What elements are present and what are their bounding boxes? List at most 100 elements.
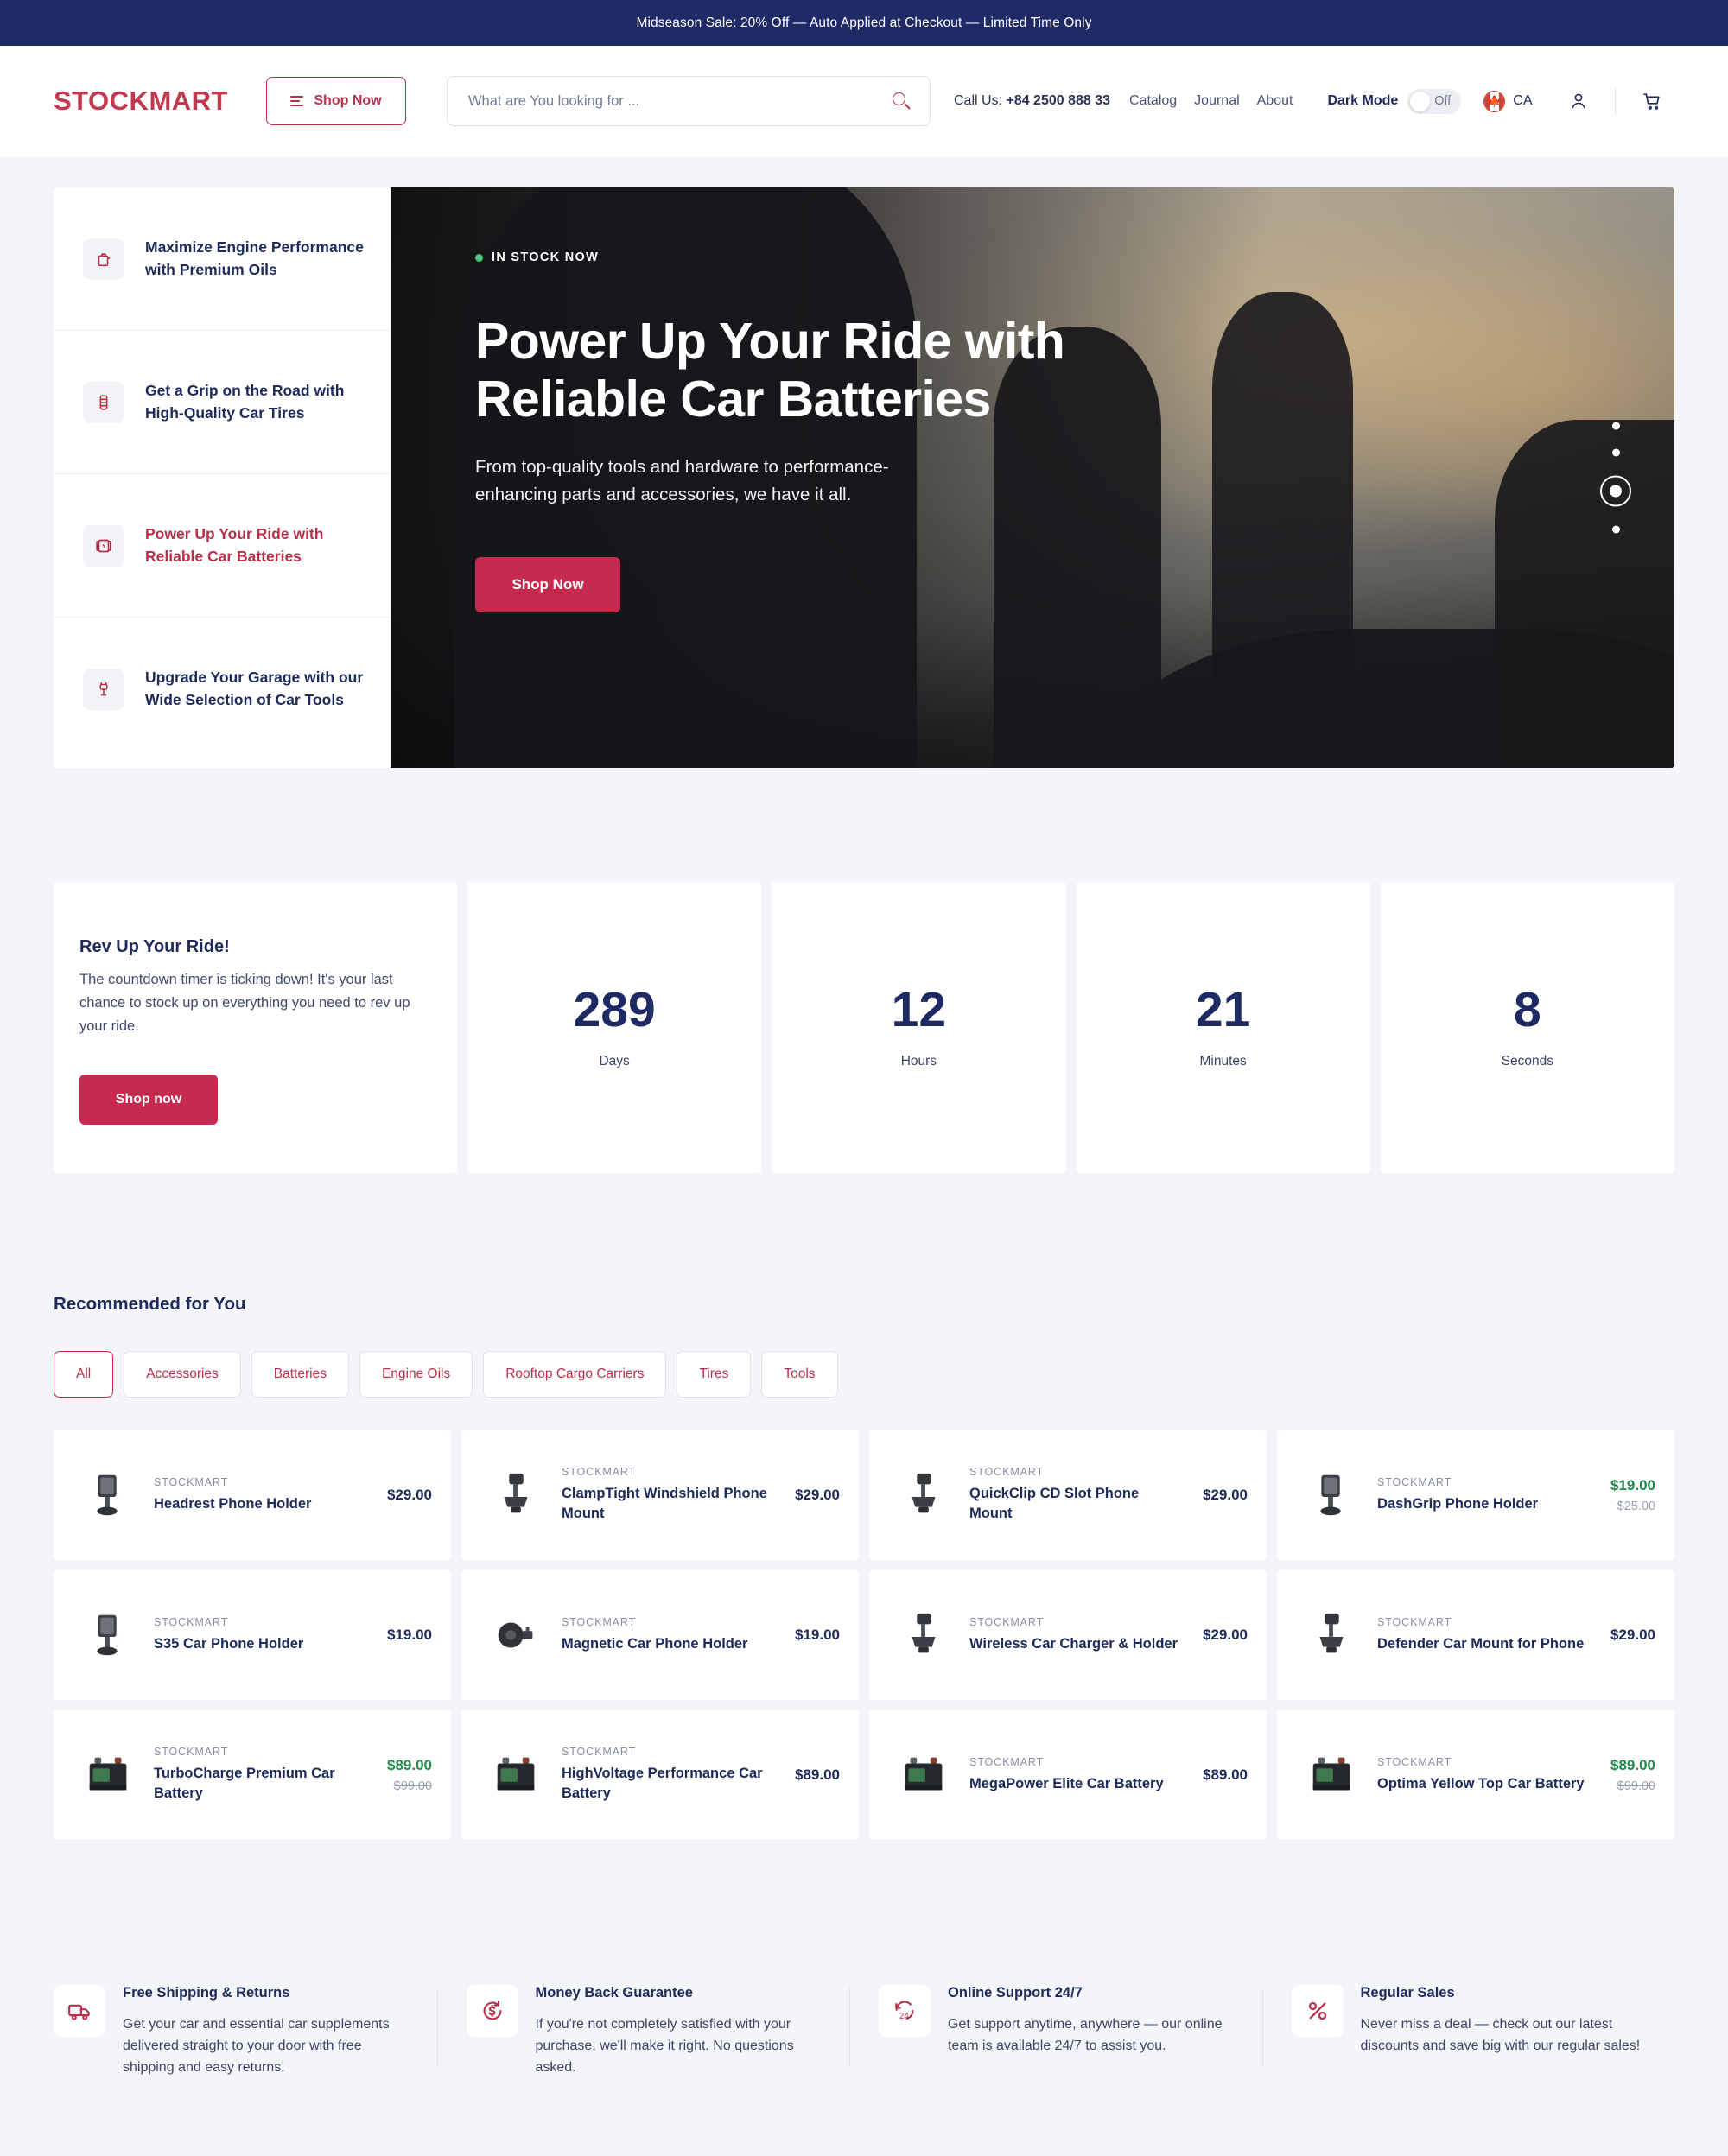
countdown-minutes-label: Minutes (1199, 1053, 1247, 1068)
hero-shop-now-button[interactable]: Shop Now (475, 556, 620, 612)
countdown-seconds-value: 8 (1514, 981, 1541, 1037)
filter-chip-accessories[interactable]: Accessories (124, 1350, 241, 1398)
product-name: DashGrip Phone Holder (1377, 1495, 1539, 1512)
hero-slide-item-oils[interactable]: Maximize Engine Performance with Premium… (54, 187, 391, 331)
product-name: Magnetic Car Phone Holder (562, 1635, 748, 1652)
product-card[interactable]: STOCKMART S35 Car Phone Holder $19.00 (54, 1569, 451, 1700)
product-card[interactable]: STOCKMART MegaPower Elite Car Battery $89.… (869, 1709, 1267, 1840)
product-card[interactable]: STOCKMART ClampTight Windshield Phone Mou… (461, 1430, 859, 1560)
site-logo[interactable]: STOCKMART (54, 86, 228, 117)
product-price-block: $29.00 (1198, 1487, 1248, 1504)
filter-chip-rooftop-cargo-carriers[interactable]: Rooftop Cargo Carriers (483, 1350, 667, 1398)
product-card[interactable]: STOCKMART TurboCharge Premium Car Battery… (54, 1709, 451, 1840)
product-name: ClampTight Windshield Phone Mount (562, 1486, 767, 1522)
product-card[interactable]: STOCKMART Magnetic Car Phone Holder $19.00 (461, 1569, 859, 1700)
countdown-cell-days: 289 Days (467, 882, 762, 1173)
shop-now-menu-button[interactable]: Shop Now (265, 77, 406, 125)
filter-chip-engine-oils[interactable]: Engine Oils (359, 1350, 473, 1398)
hero-slide-item-tools[interactable]: Upgrade Your Garage with our Wide Select… (54, 618, 391, 761)
product-price: $29.00 (1610, 1626, 1655, 1643)
product-name: TurboCharge Premium Car Battery (154, 1766, 335, 1802)
product-brand: STOCKMART (154, 1475, 229, 1488)
hero-section: Maximize Engine Performance with Premium… (0, 156, 1728, 768)
product-price-block: $19.00 $25.00 (1605, 1477, 1655, 1513)
region-selector[interactable]: 🍁 CA (1483, 90, 1533, 112)
product-compare-price: $99.00 (393, 1779, 432, 1793)
filter-chip-all[interactable]: All (54, 1350, 114, 1398)
countdown-shop-now-button[interactable]: Shop now (79, 1074, 218, 1125)
benefit-card: 24 Online Support 24/7 Get support anytime… (849, 1984, 1262, 2079)
dark-mode-control[interactable]: Dark Mode Off (1327, 88, 1462, 114)
product-card[interactable]: STOCKMART Defender Car Mount for Phone $29… (1277, 1569, 1674, 1700)
product-compare-price: $99.00 (1617, 1779, 1655, 1793)
benefit-description: Never miss a deal — check out our latest… (1360, 2016, 1641, 2053)
product-price-block: $19.00 (382, 1627, 432, 1644)
hero-slide-label: Power Up Your Ride with Reliable Car Bat… (145, 524, 324, 565)
battery-icon (83, 524, 124, 567)
product-brand: STOCKMART (969, 1755, 1045, 1768)
hero-silhouette (1494, 419, 1674, 768)
dark-mode-toggle[interactable]: Off (1407, 88, 1462, 114)
filter-chip-batteries[interactable]: Batteries (251, 1350, 349, 1398)
product-name: Wireless Car Charger & Holder (969, 1635, 1178, 1652)
product-card[interactable]: STOCKMART Headrest Phone Holder $29.00 (54, 1430, 451, 1560)
benefit-description: Get your car and essential car supplemen… (123, 2016, 390, 2076)
announcement-bar: Midseason Sale: 20% Off — Auto Applied a… (0, 0, 1728, 46)
product-price-block: $29.00 (382, 1487, 432, 1504)
carousel-dot-1[interactable] (1611, 422, 1620, 430)
car-battery-icon (1299, 1743, 1363, 1807)
product-price: $89.00 (1610, 1756, 1655, 1773)
nav-link-journal[interactable]: Journal (1194, 93, 1239, 109)
product-price: $19.00 (795, 1626, 840, 1643)
product-brand: STOCKMART (1377, 1475, 1452, 1488)
car-battery-icon (484, 1743, 548, 1807)
hero-slide-label: Upgrade Your Garage with our Wide Select… (145, 669, 364, 708)
product-name: QuickClip CD Slot Phone Mount (969, 1486, 1140, 1522)
product-card[interactable]: STOCKMART Optima Yellow Top Car Battery $8… (1277, 1709, 1674, 1840)
hero-banner: IN STOCK NOW Power Up Your Ride with Rel… (391, 187, 1674, 768)
search-icon[interactable] (892, 92, 911, 111)
support-24-icon: 24 (879, 1984, 931, 2037)
product-card[interactable]: STOCKMART DashGrip Phone Holder $19.00 $25.… (1277, 1430, 1674, 1560)
product-price: $89.00 (387, 1756, 432, 1773)
product-name: Headrest Phone Holder (154, 1495, 312, 1512)
product-card[interactable]: STOCKMART QuickClip CD Slot Phone Mount $2… (869, 1430, 1267, 1560)
hamburger-icon (290, 95, 304, 107)
product-info: STOCKMART DashGrip Phone Holder (1377, 1476, 1591, 1514)
benefit-description: If you're not completely satisfied with … (535, 2016, 794, 2076)
account-icon[interactable] (1556, 79, 1601, 124)
product-card[interactable]: STOCKMART Wireless Car Charger & Holder $2… (869, 1569, 1267, 1700)
product-info: STOCKMART S35 Car Phone Holder (154, 1616, 368, 1654)
hero-slide-item-tires[interactable]: Get a Grip on the Road with High-Quality… (54, 331, 391, 474)
carousel-dot-3-active[interactable] (1600, 475, 1631, 507)
countdown-seconds-label: Seconds (1501, 1053, 1554, 1068)
hero-slide-item-batteries[interactable]: Power Up Your Ride with Reliable Car Bat… (54, 474, 391, 618)
filter-chip-tires[interactable]: Tires (677, 1350, 752, 1398)
product-price: $19.00 (1610, 1476, 1655, 1493)
filter-chip-tools[interactable]: Tools (761, 1350, 838, 1398)
product-card[interactable]: STOCKMART HighVoltage Performance Car Bat… (461, 1709, 859, 1840)
nav-link-about[interactable]: About (1257, 93, 1293, 109)
product-price: $29.00 (387, 1486, 432, 1503)
benefit-card: Regular Sales Never miss a deal — check o… (1261, 1984, 1675, 2079)
product-brand: STOCKMART (1377, 1755, 1452, 1768)
benefit-description: Get support anytime, anywhere — our onli… (948, 2016, 1223, 2053)
benefits-section: Free Shipping & Returns Get your car and … (0, 1840, 1728, 2131)
cart-icon[interactable] (1630, 79, 1674, 124)
nav-link-catalog[interactable]: Catalog (1129, 93, 1177, 109)
tools-icon (83, 669, 124, 710)
product-info: STOCKMART MegaPower Elite Car Battery (969, 1756, 1184, 1794)
carousel-dot-4[interactable] (1611, 525, 1620, 534)
hero-slide-label: Maximize Engine Performance with Premium… (145, 238, 364, 278)
search-input[interactable] (467, 92, 893, 110)
phone-number[interactable]: +84 2500 888 33 (1006, 93, 1110, 108)
product-price-block: $89.00 $99.00 (382, 1757, 432, 1793)
product-price: $89.00 (795, 1766, 840, 1783)
announcement-text: Midseason Sale: 20% Off — Auto Applied a… (636, 15, 1092, 30)
carousel-dot-2[interactable] (1611, 448, 1620, 457)
product-price-block: $29.00 (1605, 1627, 1655, 1644)
search-bar[interactable] (446, 76, 931, 126)
countdown-hours-label: Hours (900, 1053, 937, 1068)
benefit-text-block: Online Support 24/7 Get support anytime, … (948, 1985, 1236, 2079)
recommended-heading: Recommended for You (54, 1293, 246, 1314)
